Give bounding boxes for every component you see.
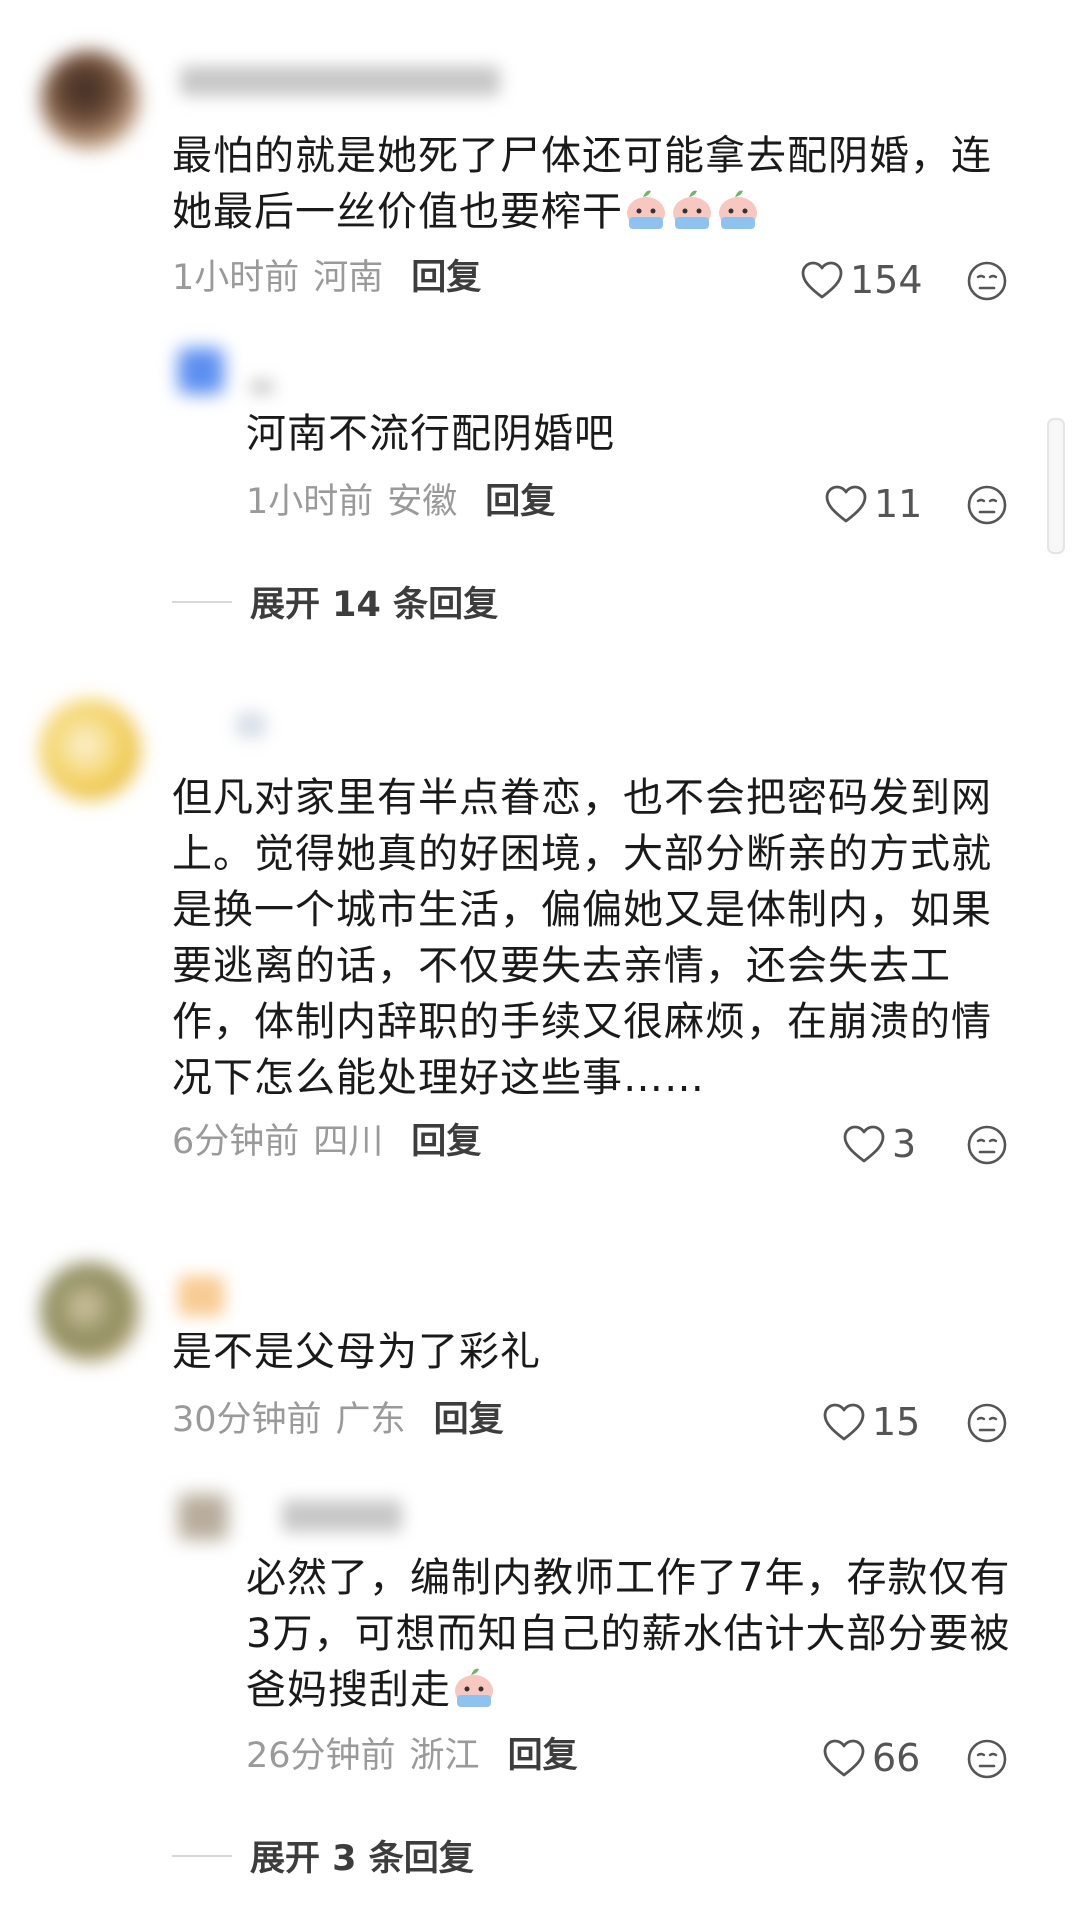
comment-meta: 26分钟前 浙江 回复: [246, 1736, 578, 1776]
like-count: 154: [850, 258, 923, 302]
avatar[interactable]: [40, 700, 140, 800]
timestamp: 26分钟前: [246, 1736, 396, 1776]
expand-replies-button[interactable]: 展开 3 条回复: [172, 1830, 474, 1881]
like-count: 3: [892, 1122, 917, 1166]
like-count: 11: [874, 482, 923, 526]
comment-text: 但凡对家里有半点眷恋，也不会把密码发到网 上。觉得她真的好困境，大部分断亲的方式…: [172, 775, 992, 1101]
avatar[interactable]: [178, 348, 224, 394]
comment-meta: 1小时前 河南 回复: [172, 258, 481, 298]
like-button[interactable]: 66: [822, 1736, 920, 1780]
timestamp: 30分钟前: [172, 1400, 322, 1440]
timestamp: 6分钟前: [172, 1122, 300, 1162]
emoji-crying: [451, 1665, 497, 1709]
like-count: 66: [872, 1736, 921, 1780]
timestamp: 1小时前: [246, 482, 374, 522]
timestamp: 1小时前: [172, 258, 300, 298]
like-button[interactable]: 15: [822, 1400, 920, 1444]
meh-face-icon[interactable]: [966, 1124, 1008, 1166]
heart-outline-icon: [843, 1125, 885, 1163]
location: 浙江: [409, 1736, 480, 1776]
comment-meta: 30分钟前 广东 回复: [172, 1400, 504, 1440]
like-button[interactable]: 11: [824, 482, 922, 526]
reply-text: 河南不流行配阴婚吧: [246, 411, 615, 457]
location: 四川: [313, 1122, 384, 1162]
location: 安徽: [387, 482, 458, 522]
expand-label: 展开 14 条回复: [250, 585, 499, 625]
reply-button[interactable]: 回复: [508, 1736, 578, 1776]
divider-line: [172, 1854, 232, 1857]
heart-outline-icon: [823, 1403, 865, 1441]
comment-text: 最怕的就是她死了尸体还可能拿去配阴婚，连 她最后一丝价值也要榨干: [172, 128, 1052, 240]
comment-meta: 6分钟前 四川 回复: [172, 1122, 481, 1162]
meh-face-icon[interactable]: [966, 1738, 1008, 1780]
emoji-crying-2: [669, 187, 715, 231]
like-count: 15: [872, 1400, 921, 1444]
username[interactable]: [180, 66, 500, 96]
reply-button[interactable]: 回复: [485, 482, 555, 522]
avatar[interactable]: [178, 1494, 228, 1540]
username[interactable]: [282, 1500, 402, 1532]
reply-button[interactable]: 回复: [411, 1122, 481, 1162]
like-button[interactable]: 3: [842, 1122, 916, 1166]
reply-button[interactable]: 回复: [434, 1400, 504, 1440]
reply-text: 必然了，编制内教师工作了7年，存款仅有 3万，可想而知自己的薪水估计大部分要被 …: [246, 1550, 1046, 1718]
username[interactable]: [178, 1276, 224, 1316]
expand-replies-button[interactable]: 展开 14 条回复: [172, 576, 498, 627]
username[interactable]: [250, 380, 274, 394]
like-button[interactable]: 154: [800, 258, 923, 302]
avatar[interactable]: [40, 50, 140, 150]
expand-label: 展开 3 条回复: [250, 1839, 474, 1879]
heart-outline-icon: [823, 1739, 865, 1777]
meh-face-icon[interactable]: [966, 1402, 1008, 1444]
emoji-crying-1: [623, 187, 669, 231]
meh-face-icon[interactable]: [966, 260, 1008, 302]
avatar[interactable]: [40, 1262, 140, 1362]
heart-outline-icon: [825, 485, 867, 523]
reply-button[interactable]: 回复: [411, 258, 481, 298]
username[interactable]: [236, 712, 266, 738]
comment-text: 是不是父母为了彩礼: [172, 1329, 541, 1375]
emoji-crying-3: [715, 187, 761, 231]
heart-outline-icon: [801, 261, 843, 299]
comment-text-body: 最怕的就是她死了尸体还可能拿去配阴婚，连 她最后一丝价值也要榨干: [172, 133, 992, 235]
meh-face-icon[interactable]: [966, 484, 1008, 526]
scrollbar[interactable]: [1047, 418, 1065, 554]
reply-text-body: 必然了，编制内教师工作了7年，存款仅有 3万，可想而知自己的薪水估计大部分要被 …: [246, 1555, 1011, 1713]
location: 广东: [335, 1400, 406, 1440]
location: 河南: [313, 258, 384, 298]
divider-line: [172, 600, 232, 603]
comment-meta: 1小时前 安徽 回复: [246, 482, 555, 522]
